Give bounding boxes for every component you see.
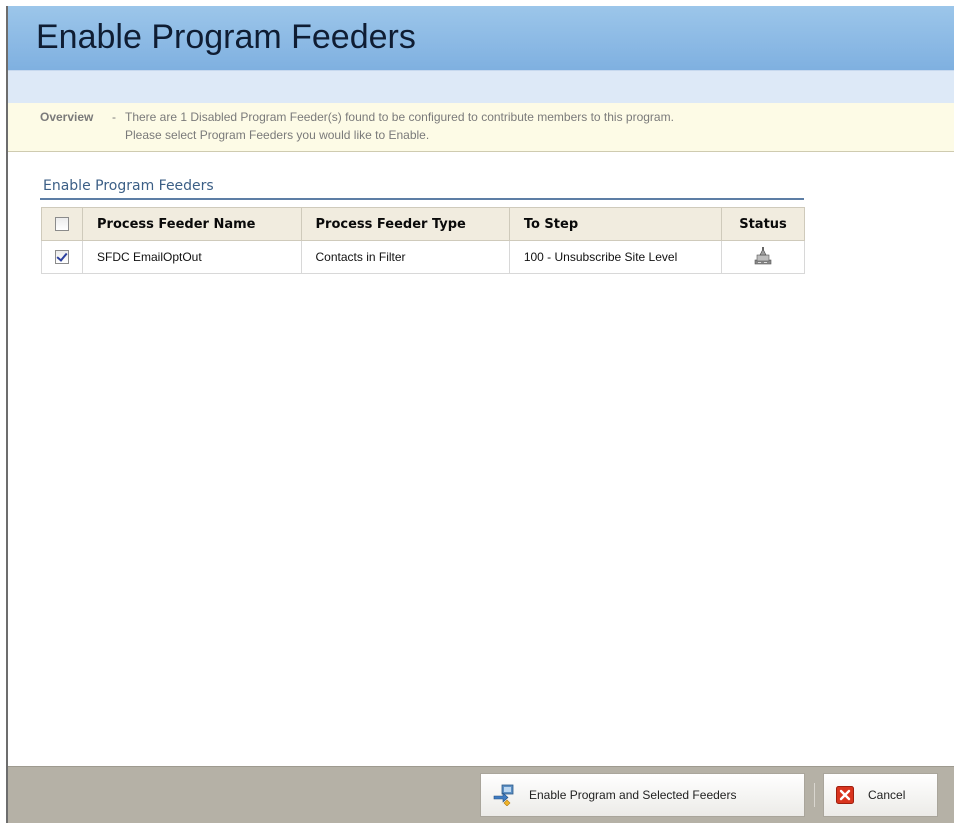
header-feeder-type[interactable]: Process Feeder Type bbox=[300, 207, 510, 241]
disabled-feeder-icon bbox=[753, 246, 773, 269]
header-feeder-name[interactable]: Process Feeder Name bbox=[82, 207, 302, 241]
sub-toolbar bbox=[8, 70, 954, 103]
cancel-x-icon bbox=[836, 786, 854, 804]
status-cell bbox=[721, 240, 805, 274]
table-row[interactable]: SFDC EmailOptOut Contacts in Filter 100 … bbox=[41, 240, 805, 274]
feeder-type-cell: Contacts in Filter bbox=[300, 240, 510, 274]
cancel-button[interactable]: Cancel bbox=[823, 773, 938, 817]
overview-panel: Overview - There are 1 Disabled Program … bbox=[8, 103, 954, 152]
page-title: Enable Program Feeders bbox=[36, 18, 416, 56]
section-title-text: Enable Program Feeders bbox=[43, 178, 214, 194]
overview-text-line2: Please select Program Feeders you would … bbox=[125, 128, 430, 142]
title-bar: Enable Program Feeders bbox=[8, 6, 954, 70]
row-checkbox[interactable] bbox=[55, 250, 69, 265]
select-all-header bbox=[41, 207, 83, 241]
cancel-label: Cancel bbox=[868, 788, 906, 802]
header-to-step[interactable]: To Step bbox=[508, 207, 723, 241]
feeders-table: Process Feeder Name Process Feeder Type … bbox=[41, 207, 805, 274]
table-header-row: Process Feeder Name Process Feeder Type … bbox=[41, 207, 805, 241]
dialog-footer: Enable Program and Selected Feeders Canc… bbox=[8, 766, 954, 823]
feeder-name-cell: SFDC EmailOptOut bbox=[82, 240, 302, 274]
enable-feeders-dialog: Enable Program Feeders Overview - There … bbox=[6, 6, 954, 823]
overview-text-line1: There are 1 Disabled Program Feeder(s) f… bbox=[125, 110, 674, 124]
to-step-cell: 100 - Unsubscribe Site Level bbox=[508, 240, 723, 274]
header-status[interactable]: Status bbox=[721, 207, 805, 241]
footer-separator bbox=[814, 783, 815, 807]
enable-program-button[interactable]: Enable Program and Selected Feeders bbox=[480, 773, 805, 817]
select-all-checkbox[interactable] bbox=[55, 217, 69, 231]
enable-feeders-icon bbox=[493, 784, 515, 806]
row-select-cell bbox=[41, 240, 83, 274]
overview-dash: - bbox=[112, 110, 116, 124]
overview-label: Overview bbox=[40, 110, 94, 124]
enable-program-label: Enable Program and Selected Feeders bbox=[529, 788, 737, 802]
section-title: Enable Program Feeders bbox=[40, 176, 804, 200]
